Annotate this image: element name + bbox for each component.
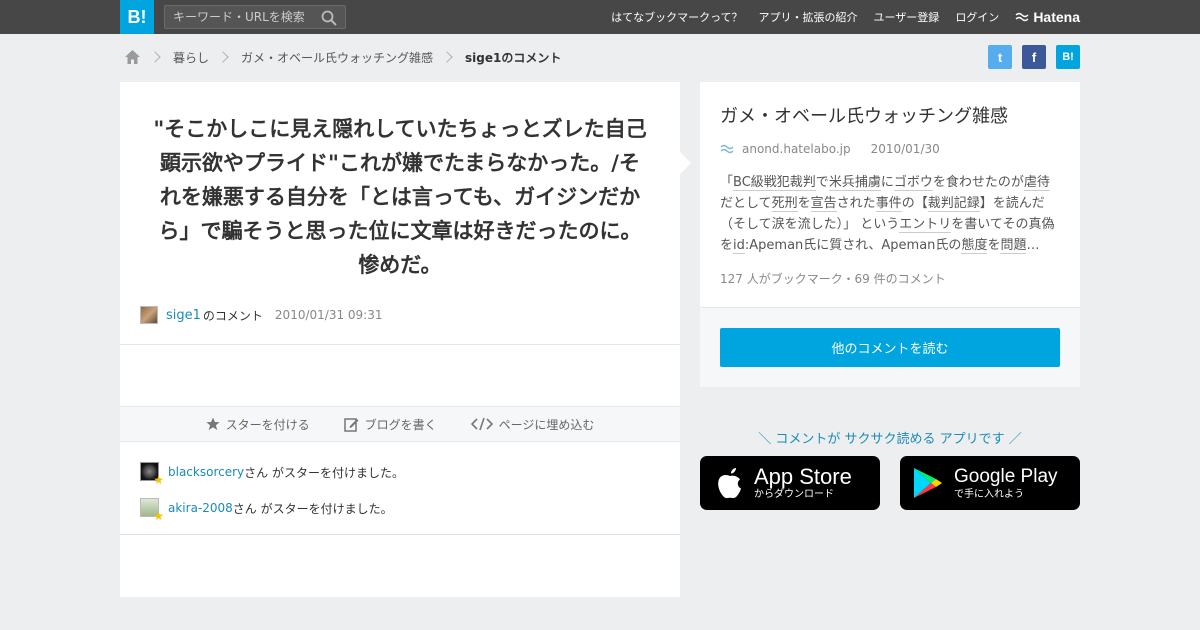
comment-suffix: のコメント (202, 308, 263, 323)
breadcrumb-current: sige1のコメント (465, 50, 562, 65)
chevron-right-icon (149, 51, 161, 63)
hatena-brand-text: Hatena (1033, 9, 1080, 25)
keyword-link[interactable]: 裁判記録 (927, 196, 980, 212)
entry-meta: anond.hatelabo.jp 2010/01/30 (720, 142, 940, 156)
keyword-link[interactable]: 問題 (1000, 238, 1027, 254)
entry-bookmark-count[interactable]: 127 人がブックマーク・69 件のコメント (720, 270, 946, 287)
read-other-comments-button[interactable]: 他のコメントを読む (720, 328, 1060, 367)
entry-card: ガメ・オベール氏ウォッチング雑感 anond.hatelabo.jp 2010/… (700, 82, 1080, 387)
top-bar: B! はてなブックマークって？ アプリ・拡張の紹介 ユーザー登録 ログイン Ha… (0, 0, 1200, 34)
entry-domain[interactable]: anond.hatelabo.jp (742, 142, 851, 156)
excerpt-text: された (836, 196, 876, 211)
excerpt-text: の【 (901, 196, 928, 211)
user-avatar[interactable] (140, 306, 158, 324)
app-store-badge[interactable]: App Store からダウンロード (700, 456, 880, 510)
entry-excerpt: 「BC級戦犯裁判で米兵捕虜にゴボウを食わせたのが虐待だとして死刑を宣告された事件… (720, 172, 1060, 256)
star-text: さん がスターを付けました。 (232, 501, 393, 516)
star-icon: ★ (153, 509, 164, 523)
divider (120, 534, 680, 535)
keyword-link[interactable]: 事件 (875, 196, 902, 212)
excerpt-text: に (880, 175, 894, 190)
breadcrumb-entry[interactable]: ガメ・オベール氏ウォッチング雑感 (241, 49, 433, 66)
star-user-link[interactable]: blacksorcery (168, 465, 244, 479)
comment-date[interactable]: 2010/01/31 09:31 (275, 308, 383, 322)
comment-meta: sige1 のコメント 2010/01/31 09:31 (140, 306, 382, 324)
write-blog-label: ブログを書く (364, 417, 437, 432)
breadcrumb: 暮らし ガメ・オベール氏ウォッチング雑感 sige1のコメント (124, 46, 561, 68)
breadcrumb-category[interactable]: 暮らし (173, 49, 209, 66)
share-buttons: t f B! (988, 45, 1080, 69)
header-nav: はてなブックマークって？ アプリ・拡張の紹介 ユーザー登録 ログイン Haten… (611, 0, 1080, 34)
app-promo-tagline: ＼ コメントが サクサク読める アプリです ／ (758, 432, 1022, 447)
comment-actions: スターを付ける ブログを書く ページに埋め込む (120, 406, 680, 442)
twitter-share-icon[interactable]: t (988, 45, 1012, 69)
entry-title[interactable]: ガメ・オベール氏ウォッチング雑感 (720, 102, 1008, 128)
nav-about[interactable]: はてなブックマークって？ (611, 9, 742, 25)
code-icon (470, 417, 493, 431)
chevron-right-icon (441, 51, 453, 63)
star-list: ★ blacksorcery さん がスターを付けました。 ★ akira-20… (140, 462, 404, 534)
edit-icon (343, 417, 359, 432)
chevron-right-icon (217, 51, 229, 63)
google-play-badge[interactable]: Google Play で手に入れよう (900, 456, 1080, 510)
card-pointer (680, 152, 691, 174)
star-user-avatar[interactable]: ★ (140, 462, 164, 486)
hatena-brand-link[interactable]: Hatena (1015, 9, 1080, 25)
app-store-subtitle: からダウンロード (754, 489, 834, 500)
keyword-link[interactable]: 態度 (961, 238, 988, 254)
excerpt-text: を食わせたのが (932, 175, 1024, 190)
star-user-avatar[interactable]: ★ (140, 498, 164, 522)
add-star-button[interactable]: スターを付ける (205, 416, 310, 433)
divider (120, 344, 680, 345)
search-input[interactable] (165, 6, 315, 28)
keyword-link[interactable]: 死刑 (771, 196, 798, 212)
star-icon (205, 417, 220, 430)
write-blog-button[interactable]: ブログを書く (343, 416, 437, 433)
app-store-title: App Store (754, 464, 852, 489)
excerpt-text: で (815, 175, 829, 190)
excerpt-text: を (987, 238, 1001, 253)
google-play-icon (914, 468, 942, 498)
excerpt-text: だとして (720, 196, 772, 211)
entry-date: 2010/01/30 (870, 142, 940, 156)
star-user-link[interactable]: akira-2008 (168, 501, 233, 515)
keyword-link[interactable]: id (733, 238, 745, 254)
hatena-bookmark-logo[interactable]: B! (120, 0, 154, 34)
google-play-title: Google Play (954, 466, 1058, 487)
site-favicon-icon (720, 144, 734, 154)
nav-apps[interactable]: アプリ・拡張の紹介 (759, 9, 858, 25)
comment-card: "そこかしこに見え隠れしていたちょっとズレた自己顕示欲やプライド"これが嫌でたま… (120, 82, 680, 597)
hatena-share-icon[interactable]: B! (1056, 45, 1080, 69)
star-text: さん がスターを付けました。 (244, 465, 404, 480)
keyword-link[interactable]: 虐待 (1023, 175, 1050, 191)
comment-user-link[interactable]: sige1 (166, 308, 201, 323)
search-box[interactable] (164, 5, 346, 29)
star-icon: ★ (153, 473, 164, 487)
home-icon[interactable] (124, 49, 141, 65)
star-item: ★ akira-2008 さん がスターを付けました。 (140, 498, 404, 522)
apple-icon (718, 468, 741, 499)
keyword-link[interactable]: 宣告 (810, 196, 837, 212)
nav-register[interactable]: ユーザー登録 (874, 9, 940, 25)
facebook-share-icon[interactable]: f (1022, 45, 1046, 69)
hatena-wave-icon (1015, 12, 1029, 22)
keyword-link[interactable]: 米兵捕虜 (828, 175, 881, 191)
add-star-label: スターを付ける (225, 417, 310, 432)
embed-button[interactable]: ページに埋め込む (470, 416, 595, 433)
excerpt-text: … (1026, 238, 1040, 253)
star-item: ★ blacksorcery さん がスターを付けました。 (140, 462, 404, 486)
nav-login[interactable]: ログイン (955, 9, 999, 25)
embed-label: ページに埋め込む (498, 417, 595, 432)
google-play-subtitle: で手に入れよう (954, 489, 1024, 500)
keyword-link[interactable]: エントリ (899, 217, 952, 233)
comment-text: "そこかしこに見え隠れしていたちょっとズレた自己顕示欲やプライド"これが嫌でたま… (153, 117, 647, 277)
entry-card-footer: 他のコメントを読む (700, 307, 1080, 387)
keyword-link[interactable]: ゴボウ (893, 175, 933, 191)
excerpt-text: を (797, 196, 811, 211)
excerpt-text: 「 (720, 175, 734, 190)
excerpt-text: :Apeman氏に質され、Apeman氏の (744, 238, 962, 253)
search-icon[interactable] (321, 10, 337, 26)
keyword-link[interactable]: BC級戦犯裁判 (733, 175, 816, 191)
